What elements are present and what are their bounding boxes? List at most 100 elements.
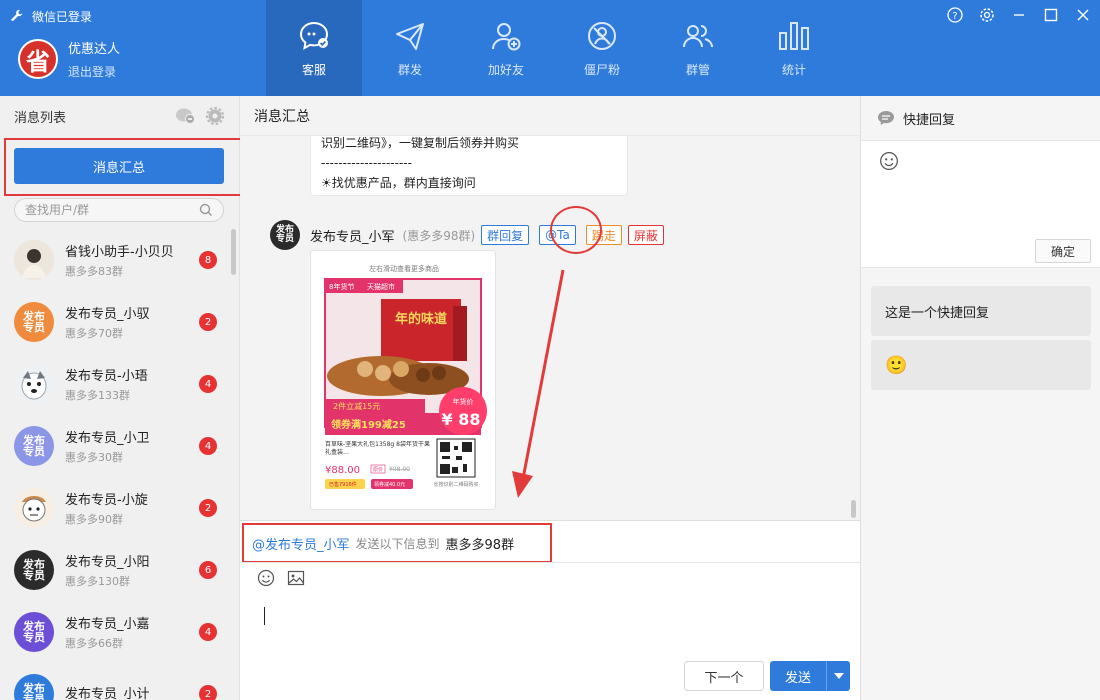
main-title: 消息汇总	[240, 96, 860, 136]
nav-kefu[interactable]: 客服	[266, 0, 362, 96]
sidebar-gear-icon[interactable]	[205, 106, 225, 126]
next-button[interactable]: 下一个	[684, 661, 764, 691]
window-controls: ?	[946, 6, 1092, 24]
unread-badge: 4	[199, 437, 217, 455]
send-target-highlight: @发布专员_小军 发送以下信息到 惠多多98群	[242, 523, 552, 563]
quick-reply-header: 快捷回复	[861, 96, 1100, 140]
app-window: 微信已登录 省 优惠达人 退出登录 客服 群发 加好友 僵尸粉 群管 统计 ? …	[0, 0, 1100, 700]
avatar[interactable]: 省	[18, 39, 58, 79]
quick-reply-panel: 快捷回复 确定 这是一个快捷回复 🙂	[860, 96, 1100, 700]
promo-text: 2件立减15元	[333, 401, 380, 411]
box-text: 年的味道	[395, 311, 447, 327]
avatar: 发布 专员	[14, 550, 54, 590]
settings-gear-icon[interactable]	[978, 6, 996, 24]
chat-area: 识别二维码》，一键复制后领券并购买 --------------------- …	[240, 136, 860, 520]
block-button[interactable]: 屏蔽	[627, 225, 664, 245]
contact-group: 惠多多90群	[65, 513, 123, 526]
svg-text:?: ?	[952, 11, 957, 22]
nav-label: 群发	[397, 62, 422, 77]
message-line: ---------------------	[321, 156, 412, 170]
contact-name: 发布专员_小驭	[65, 307, 150, 322]
search-input[interactable]	[25, 203, 199, 217]
group-reply-button[interactable]: 群回复	[481, 225, 530, 245]
nav-group-manage[interactable]: 群管	[650, 0, 746, 96]
emoji-icon[interactable]	[256, 568, 276, 588]
help-icon[interactable]: ?	[946, 6, 964, 24]
price-tag: 年货价	[453, 397, 474, 406]
paper-plane-icon	[396, 22, 424, 50]
list-item[interactable]: 发布专员-小珸 惠多多133群 4	[0, 353, 240, 415]
message-summary-button[interactable]: 消息汇总	[14, 148, 224, 184]
confirm-button[interactable]: 确定	[1035, 239, 1091, 263]
unread-badge: 4	[199, 375, 217, 393]
nav-label: 僵尸粉	[583, 62, 620, 77]
contact-name: 省钱小助手-小贝贝	[65, 245, 174, 260]
close-icon[interactable]	[1074, 6, 1092, 24]
top-bar: 微信已登录 省 优惠达人 退出登录 客服 群发 加好友 僵尸粉 群管 统计 ?	[0, 0, 1100, 96]
product-price: ¥88.00	[325, 465, 360, 476]
sidebar-header: 消息列表	[0, 96, 239, 136]
contact-name: 发布专员_小计	[65, 687, 150, 700]
nav-zombie-fans[interactable]: 僵尸粉	[554, 0, 650, 96]
avatar: 发布 专员	[14, 674, 54, 700]
sender-name: 发布专员_小军	[310, 229, 395, 245]
send-label: 发送	[784, 670, 811, 686]
contact-group: 惠多多130群	[65, 575, 130, 588]
sidebar-title: 消息列表	[14, 110, 67, 126]
contact-name: 发布专员_小嘉	[65, 617, 150, 632]
chat-remove-icon[interactable]	[175, 106, 195, 126]
nav-label: 客服	[301, 62, 326, 77]
list-item[interactable]: 发布 专员 发布专员_小驭 惠多多70群 2	[0, 291, 240, 353]
contact-name: 发布专员_小阳	[65, 555, 150, 570]
title-bar: 微信已登录	[10, 8, 92, 25]
nav-qunfa[interactable]: 群发	[362, 0, 458, 96]
contact-group: 惠多多66群	[65, 637, 123, 650]
nav-add-friend[interactable]: 加好友	[458, 0, 554, 96]
image-icon[interactable]	[286, 568, 306, 588]
sender-group: (惠多多98群)	[402, 228, 476, 243]
image-hint: 左右滑动查看更多商品	[369, 264, 439, 273]
list-item[interactable]: 省钱小助手-小贝贝 惠多多83群 8	[0, 229, 240, 291]
nav-label: 群管	[685, 62, 710, 77]
contact-group: 惠多多70群	[65, 327, 123, 340]
sidebar: 消息列表 消息汇总 省钱小助手-小贝贝 惠多多83群 8	[0, 96, 244, 700]
nav-label: 加好友	[487, 62, 524, 77]
quick-reply-item[interactable]: 🙂	[871, 340, 1091, 390]
user-info: 省 优惠达人 退出登录	[18, 38, 120, 80]
list-item[interactable]: 发布 专员 发布专员_小计 2	[0, 663, 240, 700]
contact-group: 惠多多133群	[65, 389, 130, 402]
unread-badge: 4	[199, 623, 217, 641]
add-user-icon	[492, 22, 521, 50]
list-item[interactable]: 发布 专员 发布专员_小嘉 惠多多66群 4	[0, 601, 240, 663]
search-icon[interactable]	[199, 203, 213, 217]
search-box	[14, 198, 224, 222]
contact-list: 省钱小助手-小贝贝 惠多多83群 8 发布 专员 发布专员_小驭 惠多多70群 2…	[0, 229, 240, 700]
list-item[interactable]: 发布 专员 发布专员_小阳 惠多多130群 6	[0, 539, 240, 601]
quick-reply-item[interactable]: 这是一个快捷回复	[871, 286, 1091, 336]
minimize-icon[interactable]	[1010, 6, 1028, 24]
coupon-text: 领券满199减25	[331, 418, 406, 431]
message-line: ☀找优惠产品，群内直接询问	[321, 176, 476, 190]
at-user[interactable]: @发布专员_小军	[252, 534, 350, 553]
orig-price: ¥98.00	[389, 466, 410, 473]
product-desc: 百草味-坚果大礼包1358g 8袋年货干果礼盒装…	[325, 441, 430, 456]
send-button[interactable]: 发送	[770, 661, 850, 691]
chat-scrollbar[interactable]	[851, 500, 856, 518]
message-input-cursor[interactable]	[264, 607, 265, 625]
logout-link[interactable]: 退出登录	[68, 63, 120, 80]
orig-label: 原价	[373, 467, 383, 473]
chevron-down-icon[interactable]	[826, 661, 850, 691]
maximize-icon[interactable]	[1042, 6, 1060, 24]
list-item[interactable]: 发布 专员 发布专员_小卫 惠多多30群 4	[0, 415, 240, 477]
quick-reply-editor[interactable]: 确定	[861, 140, 1100, 268]
contact-list-scrollbar[interactable]	[231, 229, 236, 275]
avatar[interactable]: 发布 专员	[270, 220, 300, 250]
emoji-icon[interactable]	[879, 151, 899, 175]
list-item[interactable]: 发布专员-小旋 惠多多90群 2	[0, 477, 240, 539]
send-to-text: 发送以下信息到	[355, 536, 440, 551]
unread-badge: 6	[199, 561, 217, 579]
product-image[interactable]: 左右滑动查看更多商品 8年货节 天猫超市 年的味道 2件立减15元 领券满199…	[310, 250, 496, 510]
wrench-icon	[11, 9, 23, 21]
quick-reply-title: 快捷回复	[903, 112, 956, 128]
nav-stats[interactable]: 统计	[746, 0, 842, 96]
